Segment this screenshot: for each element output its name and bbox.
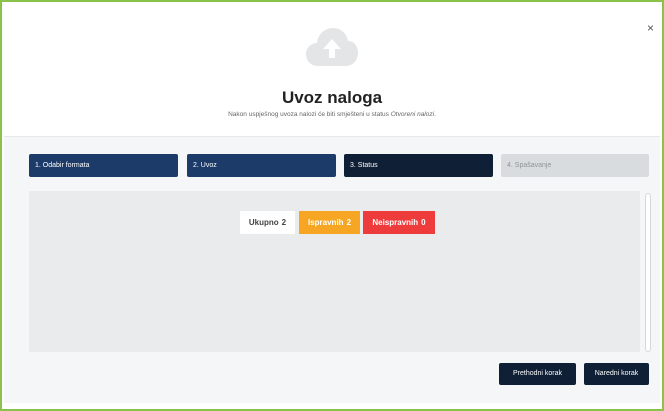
- dialog-title: Uvoz naloga: [281, 88, 383, 107]
- invalid-count-badge[interactable]: Neispravnih 0: [363, 211, 435, 234]
- import-dialog: × Uvoz naloga Nakon uspješnog uvoza nalo…: [0, 0, 664, 411]
- valid-label: Ispravnih: [307, 218, 344, 227]
- dialog-body: 1. Odabir formata 2. Uvoz 3. Status 4. S…: [4, 136, 660, 403]
- previous-step-button[interactable]: Prethodni korak: [499, 363, 576, 385]
- total-count-badge: Ukupno 2: [240, 211, 295, 234]
- step-import[interactable]: 2. Uvoz: [187, 154, 336, 177]
- next-step-button[interactable]: Naredni korak: [584, 363, 649, 385]
- panel-scrollbar[interactable]: [645, 193, 651, 352]
- invalid-value: 0: [421, 218, 426, 227]
- close-icon[interactable]: ×: [647, 22, 654, 34]
- total-label: Ukupno: [248, 218, 279, 227]
- cloud-upload-icon: [306, 28, 358, 66]
- total-value: 2: [281, 218, 287, 227]
- valid-count-badge[interactable]: Ispravnih 2: [299, 211, 360, 234]
- step-save: 4. Spašavanje: [501, 154, 649, 177]
- dialog-header: × Uvoz naloga Nakon uspješnog uvoza nalo…: [4, 4, 660, 136]
- subtitle-suffix: .: [434, 111, 436, 118]
- step-select-format[interactable]: 1. Odabir formata: [29, 154, 178, 177]
- step-status[interactable]: 3. Status: [344, 154, 493, 177]
- valid-value: 2: [346, 218, 352, 227]
- invalid-label: Neispravnih: [372, 218, 419, 227]
- subtitle-prefix: Nakon uspješnog uvoza nalozi će biti smj…: [228, 111, 391, 118]
- dialog-subtitle: Nakon uspješnog uvoza nalozi će biti smj…: [4, 111, 660, 118]
- subtitle-status: Otvoreni nalozi: [390, 111, 435, 118]
